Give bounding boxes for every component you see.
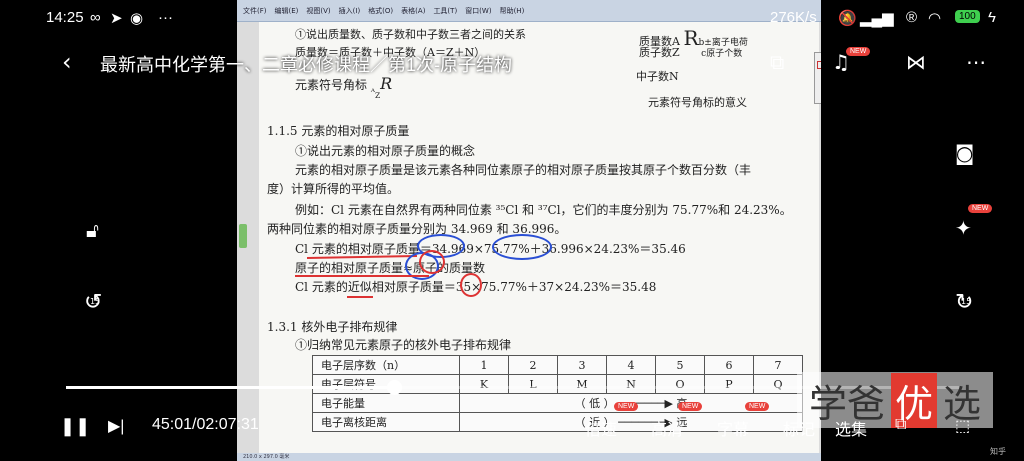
back-arrow-icon[interactable]: ‹ xyxy=(62,50,72,74)
red-underline-3 xyxy=(347,296,373,298)
next-icon[interactable]: ▶| xyxy=(108,416,124,436)
rewind-15-label: 15 xyxy=(90,297,101,306)
share-icon[interactable]: ⋈ xyxy=(906,52,926,72)
bookmark-button[interactable]: 标记 xyxy=(783,416,815,440)
screenshot-camera-icon[interactable]: ◙ xyxy=(955,143,974,163)
telegram-icon: ➤ xyxy=(110,10,123,27)
wifi-icon: ◠ xyxy=(928,10,942,27)
table-cell: M xyxy=(557,374,607,394)
new-badge: NEW xyxy=(968,204,993,213)
pip-icon[interactable]: ⧉ xyxy=(895,416,906,434)
red-circle-approx xyxy=(419,250,445,274)
wechat-icon: ◉ xyxy=(130,10,144,27)
new-badge: NEW xyxy=(745,402,770,411)
episodes-button[interactable]: 选集 xyxy=(835,416,867,440)
signal-icon: ▂▄▆ xyxy=(860,10,894,27)
table-cell: 4 xyxy=(606,355,656,375)
table-cell: 2 xyxy=(508,355,558,375)
quality-button[interactable]: 高清 xyxy=(651,416,683,440)
doc-right-meaning: 元素符号角标的意义 xyxy=(648,96,747,109)
mute-icon: 🔕 xyxy=(838,10,857,27)
clock: 14:25 xyxy=(46,9,84,26)
calc-line-2: 原子的相对原子质量≈原子的质量数 xyxy=(295,261,486,275)
table-cell: N xyxy=(606,374,656,394)
new-badge: NEW xyxy=(614,402,639,411)
corner-watermark: 知乎 xyxy=(990,447,1006,456)
paragraph-1: 元素的相对原子质量是该元素各种同位素原子的相对原子质量按其原子个数百分数（丰 xyxy=(295,163,752,177)
new-badge: NEW xyxy=(678,402,703,411)
unlock-icon[interactable]: 🔓︎ xyxy=(86,220,99,240)
bilibili-icon: ∞ xyxy=(90,9,101,26)
row-header: 电子层序数（n） xyxy=(312,355,460,375)
left-scroll-tab[interactable] xyxy=(239,224,247,248)
pin-icon[interactable]: ✦ xyxy=(955,218,972,238)
red-underline-2 xyxy=(295,275,429,277)
forward-15-label: 15 xyxy=(961,297,972,306)
table-cell: O xyxy=(655,374,705,394)
battery-indicator: 100 xyxy=(955,10,980,23)
table-cell: 3 xyxy=(557,355,607,375)
table-cell: Q xyxy=(753,374,803,394)
table-cell: P xyxy=(704,374,754,394)
table-cell: K xyxy=(459,374,509,394)
section-heading-1-3-1: 1.3.1 核外电子排布规律 xyxy=(267,320,398,334)
concept-title: ①说出元素的相对原子质量的概念 xyxy=(295,144,476,158)
table-cell: 7 xyxy=(753,355,803,375)
more-icon: ··· xyxy=(158,9,173,26)
table-row: 电子层符号 K L M N O P Q xyxy=(312,374,803,394)
table-cell: 1 xyxy=(459,355,509,375)
table-row: 电子层序数（n） 1 2 3 4 5 6 7 xyxy=(312,355,803,375)
more-options-icon[interactable]: ⋯ xyxy=(966,52,986,72)
pause-icon[interactable]: ❚❚ xyxy=(60,416,90,437)
table-cell: 6 xyxy=(704,355,754,375)
cast-icon[interactable]: ⧉ xyxy=(770,52,784,72)
speed-button[interactable]: 倍速 xyxy=(585,416,617,440)
progress-thumb[interactable] xyxy=(386,380,402,395)
network-speed: 276K/s xyxy=(770,9,817,26)
calc-line-1: Cl 元素的相对原子质量＝34.969×75.77%＋36.996×24.23%… xyxy=(295,242,686,256)
r-icon: ® xyxy=(906,9,918,26)
table-cell: L xyxy=(508,374,558,394)
fullscreen-icon[interactable]: ⬚ xyxy=(955,416,970,436)
subtitle-button[interactable]: 字幕 xyxy=(717,416,749,440)
progress-fill xyxy=(66,386,394,389)
player-controls: ❚❚ ▶| 45:01/02:07:31 倍速 NEW 高清 NEW 字幕 NE… xyxy=(0,402,1024,440)
blue-circle-36996 xyxy=(492,234,552,260)
rule-title: ①归纳常见元素原子的核外电子排布规律 xyxy=(295,338,512,352)
document-page: ①说出质量数、质子数和中子数三者之间的关系 质量数＝质子数＋中子数（A＝Z＋N）… xyxy=(259,22,821,454)
paragraph-2: 度）计算所得的平均值。 xyxy=(267,182,400,196)
new-badge: NEW xyxy=(846,47,871,56)
video-title: 最新高中化学第一、二章必修课程／第1次-原子结构 xyxy=(100,55,513,75)
table-cell: 5 xyxy=(655,355,705,375)
player-header: ‹ 最新高中化学第一、二章必修课程／第1次-原子结构 ⧉ ♫ NEW ⋈ ⋯ xyxy=(0,40,1024,86)
time-display: 45:01/02:07:31 xyxy=(152,416,259,433)
charging-icon: ϟ xyxy=(988,9,996,26)
section-heading-1-1-5: 1.1.5 元素的相对原子质量 xyxy=(267,124,410,138)
red-circle-35 xyxy=(460,273,482,297)
example-line-1: 例如：Cl 元素在自然界有两种同位素 ³⁵Cl 和 ³⁷Cl，它们的丰度分别为 … xyxy=(295,203,792,217)
system-status-bar: 14:25 ∞ ➤ ◉ ··· 276K/s 🔕 ▂▄▆ ® ◠ 100 ϟ xyxy=(0,0,1024,36)
row-header: 电子层符号 xyxy=(312,374,460,394)
document-status-bar: 210.0 x 297.0 毫米 xyxy=(237,453,821,461)
